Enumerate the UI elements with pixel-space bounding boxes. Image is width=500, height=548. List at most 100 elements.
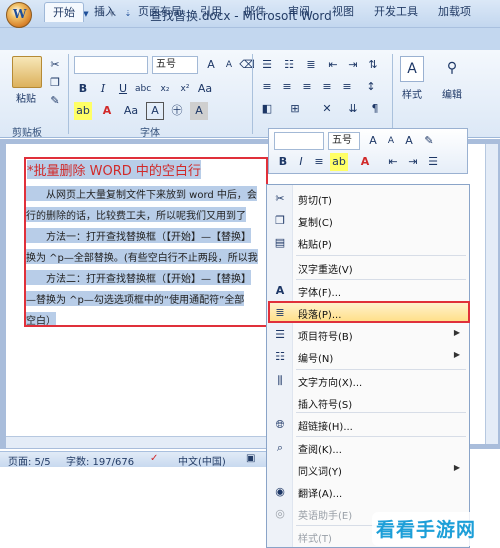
macro-record-icon[interactable]: ▣ bbox=[246, 453, 255, 464]
tab-page-layout[interactable]: 页面布局 bbox=[130, 2, 190, 22]
find-binoculars-icon[interactable]: ⚲ bbox=[440, 56, 464, 82]
menu-item-paragraph[interactable]: ≣ 段落(P)... bbox=[268, 302, 468, 324]
tab-developer[interactable]: 开发工具 bbox=[366, 2, 426, 22]
submenu-arrow-icon: ▶ bbox=[453, 328, 460, 337]
shrink-font-icon[interactable]: A bbox=[220, 56, 238, 74]
superscript-icon[interactable]: x² bbox=[176, 80, 194, 98]
decrease-indent-icon[interactable]: ⇤ bbox=[324, 56, 342, 74]
font-color-icon[interactable]: A bbox=[98, 102, 116, 120]
mini-shrink-font-icon[interactable]: A bbox=[382, 132, 400, 150]
paste-button[interactable]: 粘贴 bbox=[16, 90, 36, 105]
mini-bullets-icon[interactable]: ☰ bbox=[424, 153, 442, 171]
menu-item-reconvert[interactable]: 汉字重选(V) bbox=[268, 257, 468, 279]
font-name-combo[interactable] bbox=[74, 56, 148, 74]
status-word-count[interactable]: 字数: 197/676 bbox=[66, 453, 134, 468]
ribbon-separator bbox=[392, 54, 393, 134]
menu-item-numbering[interactable]: ☷ 编号(N) ▶ bbox=[268, 346, 468, 368]
enclose-char-icon[interactable]: ㊉ bbox=[168, 102, 186, 120]
char-spacing-icon[interactable]: Aa bbox=[122, 102, 140, 120]
mini-grow-font-icon[interactable]: A bbox=[364, 132, 382, 150]
distribute-icon[interactable]: ≡ bbox=[338, 78, 356, 96]
font-size-combo[interactable]: 五号 bbox=[152, 56, 198, 74]
mini-styles-icon[interactable]: A bbox=[400, 132, 418, 150]
cut-icon[interactable]: ✂ bbox=[46, 56, 64, 74]
borders-icon[interactable]: ⊞ bbox=[286, 100, 304, 118]
menu-item-cut[interactable]: ✂ 剪切(T) bbox=[268, 188, 468, 210]
italic-icon[interactable]: I bbox=[94, 80, 112, 98]
mini-decrease-indent-icon[interactable]: ⇤ bbox=[384, 153, 402, 171]
menu-item-label: 样式(T) bbox=[298, 534, 332, 545]
menu-item-paste[interactable]: ▤ 粘贴(P) bbox=[268, 232, 468, 254]
lookup-icon: ⌕ bbox=[276, 441, 284, 454]
menu-item-label: 段落(P)... bbox=[298, 310, 342, 321]
menu-item-label: 编号(N) bbox=[298, 354, 334, 365]
underline-icon[interactable]: U bbox=[114, 80, 132, 98]
align-right-icon[interactable]: ≡ bbox=[298, 78, 316, 96]
mini-font-color-icon[interactable]: A bbox=[356, 153, 374, 171]
menu-item-translate[interactable]: ◉ 翻译(A)... bbox=[268, 481, 468, 503]
clear-format-icon[interactable]: ⌫ bbox=[238, 56, 256, 74]
format-painter-icon[interactable]: ✎ bbox=[46, 92, 64, 110]
menu-item-synonyms[interactable]: 同义词(Y) ▶ bbox=[268, 459, 468, 481]
tab-review[interactable]: 审阅 bbox=[280, 2, 318, 22]
editing-button[interactable]: 编辑 bbox=[442, 86, 462, 101]
mini-center-icon[interactable]: ≡ bbox=[310, 153, 328, 171]
copy-icon[interactable]: ❐ bbox=[46, 74, 64, 92]
align-center-icon[interactable]: ≡ bbox=[278, 78, 296, 96]
translate-icon: ◉ bbox=[275, 485, 285, 498]
mini-font-name-combo[interactable] bbox=[274, 132, 324, 150]
office-button[interactable]: W bbox=[6, 2, 32, 28]
numbering-icon[interactable]: ☷ bbox=[280, 56, 298, 74]
menu-item-hyperlink[interactable]: 🌐︎ 超链接(H)... bbox=[268, 414, 468, 436]
paste-icon[interactable] bbox=[12, 56, 42, 88]
increase-indent-icon[interactable]: ⇥ bbox=[344, 56, 362, 74]
mini-italic-icon[interactable]: I bbox=[292, 153, 310, 171]
change-case-icon[interactable]: Aa bbox=[196, 80, 214, 98]
sort-icon[interactable]: ⇅ bbox=[364, 56, 382, 74]
tab-references[interactable]: 引用 bbox=[192, 2, 230, 22]
menu-item-bullets[interactable]: ☰ 项目符号(B) ▶ bbox=[268, 324, 468, 346]
mini-highlight-icon[interactable]: ab bbox=[330, 153, 348, 171]
highlight-icon[interactable]: ab bbox=[74, 102, 92, 120]
show-marks-icon[interactable]: ¶ bbox=[366, 100, 384, 118]
bullets-icon[interactable]: ☰ bbox=[258, 56, 276, 74]
justify-icon[interactable]: ≡ bbox=[318, 78, 336, 96]
styles-icon[interactable]: A bbox=[400, 56, 424, 82]
shading-icon[interactable]: ◧ bbox=[258, 100, 276, 118]
vertical-scrollbar[interactable] bbox=[485, 144, 498, 444]
menu-item-copy[interactable]: ❐ 复制(C) bbox=[268, 210, 468, 232]
styles-button[interactable]: 样式 bbox=[402, 86, 422, 101]
tab-view[interactable]: 视图 bbox=[324, 2, 362, 22]
mini-format-painter-icon[interactable]: ✎ bbox=[420, 132, 438, 150]
tab-home[interactable]: 开始 bbox=[44, 2, 84, 22]
bold-icon[interactable]: B bbox=[74, 80, 92, 98]
mini-font-size-combo[interactable]: 五号 bbox=[328, 132, 360, 150]
chinese-layout-icon[interactable]: ✕ bbox=[318, 100, 336, 118]
menu-item-lookup[interactable]: ⌕ 查阅(K)... bbox=[268, 437, 468, 459]
horizontal-scrollbar[interactable] bbox=[6, 436, 266, 448]
menu-item-insert-symbol[interactable]: 插入符号(S) bbox=[268, 392, 468, 414]
proofing-icon[interactable]: ✓ bbox=[150, 453, 158, 464]
mini-increase-indent-icon[interactable]: ⇥ bbox=[404, 153, 422, 171]
char-border-icon[interactable]: A bbox=[146, 102, 164, 120]
menu-item-text-direction[interactable]: ⫼ 文字方向(X)... bbox=[268, 370, 468, 392]
char-shading-icon[interactable]: A bbox=[190, 102, 208, 120]
line-spacing-icon[interactable]: ↕ bbox=[362, 78, 380, 96]
align-left-icon[interactable]: ≡ bbox=[258, 78, 276, 96]
sort-icon[interactable]: ⇊ bbox=[344, 100, 362, 118]
multilevel-list-icon[interactable]: ≣ bbox=[302, 56, 320, 74]
status-language[interactable]: 中文(中国) bbox=[178, 453, 226, 468]
menu-item-label: 插入符号(S) bbox=[298, 400, 353, 411]
strikethrough-icon[interactable]: abc bbox=[134, 80, 152, 98]
subscript-icon[interactable]: x₂ bbox=[156, 80, 174, 98]
submenu-arrow-icon: ▶ bbox=[453, 463, 460, 472]
mini-bold-icon[interactable]: B bbox=[274, 153, 292, 171]
tab-insert[interactable]: 插入 bbox=[86, 2, 124, 22]
tab-mailings[interactable]: 邮件 bbox=[236, 2, 274, 22]
tab-add-ins[interactable]: 加载项 bbox=[430, 2, 479, 22]
hyperlink-icon: 🌐︎ bbox=[275, 418, 285, 431]
grow-font-icon[interactable]: A bbox=[202, 56, 220, 74]
menu-separator bbox=[296, 412, 466, 413]
menu-item-font[interactable]: A 字体(F)... bbox=[268, 280, 468, 302]
status-page[interactable]: 页面: 5/5 bbox=[8, 453, 51, 468]
